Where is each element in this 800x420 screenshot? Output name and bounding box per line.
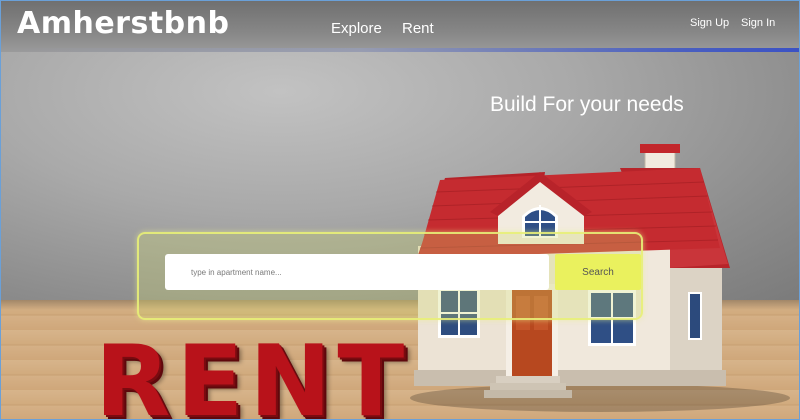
nav-rent-link[interactable]: Rent (402, 20, 434, 37)
brand-logo[interactable]: Amherstbnb (17, 6, 229, 41)
sign-up-link[interactable]: Sign Up (690, 17, 729, 29)
search-button[interactable]: Search (555, 254, 641, 290)
landing-page: Amherstbnb Explore Rent Sign Up Sign In … (0, 0, 800, 420)
apartment-search-input[interactable] (165, 254, 549, 290)
sign-in-link[interactable]: Sign In (741, 17, 775, 29)
nav-explore-link[interactable]: Explore (331, 20, 382, 37)
rent-sign: RENT (95, 325, 411, 420)
hero-tagline: Build For your needs (490, 93, 684, 116)
header-divider (0, 48, 800, 52)
